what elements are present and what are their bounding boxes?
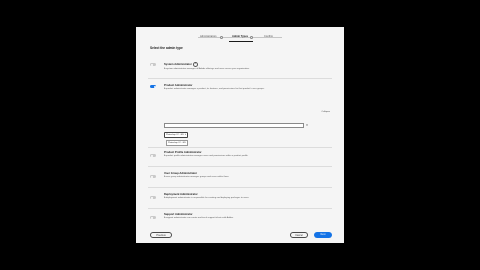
role-description: A user group administrator manages group… <box>164 176 230 178</box>
role-name: System Administrator i <box>164 62 198 67</box>
info-icon[interactable]: i <box>192 62 198 67</box>
role-divider <box>148 78 332 79</box>
role-divider <box>148 208 332 209</box>
role-description: A product profile administrator manages … <box>164 155 249 157</box>
step-administrators[interactable]: Administrators <box>200 35 217 38</box>
role-toggle-support-administrator[interactable] <box>150 216 156 219</box>
next-button[interactable]: Next <box>314 232 332 238</box>
close-icon[interactable]: ✕ <box>185 134 187 136</box>
role-name: Product Administrator <box>164 84 193 87</box>
collapse-link[interactable]: Collapse <box>321 111 330 113</box>
role-description: A support administrator can create and t… <box>164 217 234 219</box>
role-description: A system administrator manages all Adobe… <box>164 68 250 70</box>
step-admin-types[interactable]: Admin Types <box>232 35 248 38</box>
role-toggle-user-group-administrator[interactable] <box>150 175 156 178</box>
role-divider <box>148 187 332 188</box>
stepper: Administrators Admin Types Confirm <box>136 31 344 43</box>
role-name: Support Administrator <box>164 213 193 216</box>
chevron-down-icon[interactable]: ▾ <box>304 123 310 128</box>
role-description: A product administrator manages a produc… <box>164 88 265 90</box>
cancel-button[interactable]: Cancel <box>290 232 308 238</box>
role-name: Product Profile Administrator <box>164 151 202 154</box>
role-divider <box>148 166 332 167</box>
role-name: User Group Administrator <box>164 172 198 175</box>
previous-button[interactable]: Previous <box>150 232 172 238</box>
section-title: Select the admin type <box>150 46 183 50</box>
product-select-input[interactable] <box>164 123 304 128</box>
admin-type-page: Administrators Admin Types Confirm Selec… <box>136 27 344 243</box>
role-description: A deployment administrator is responsibl… <box>164 197 250 199</box>
step-confirm[interactable]: Confirm <box>264 35 273 38</box>
role-name: Deployment Administrator <box>164 193 198 196</box>
role-toggle-deployment-administrator[interactable] <box>150 196 156 199</box>
active-step-indicator <box>229 41 253 42</box>
role-toggle-system-administrator[interactable] <box>150 63 156 66</box>
selected-product-tag[interactable]: Photoshop CC - EN✕ <box>164 132 189 138</box>
role-toggle-product-profile-administrator[interactable] <box>150 154 156 157</box>
role-toggle-product-administrator[interactable] <box>150 85 156 88</box>
role-divider <box>148 147 332 148</box>
tag-tooltip: Photoshop CC - EN <box>166 140 188 146</box>
step-dot-administrators <box>220 36 223 39</box>
step-dot-admin-types <box>250 36 253 39</box>
